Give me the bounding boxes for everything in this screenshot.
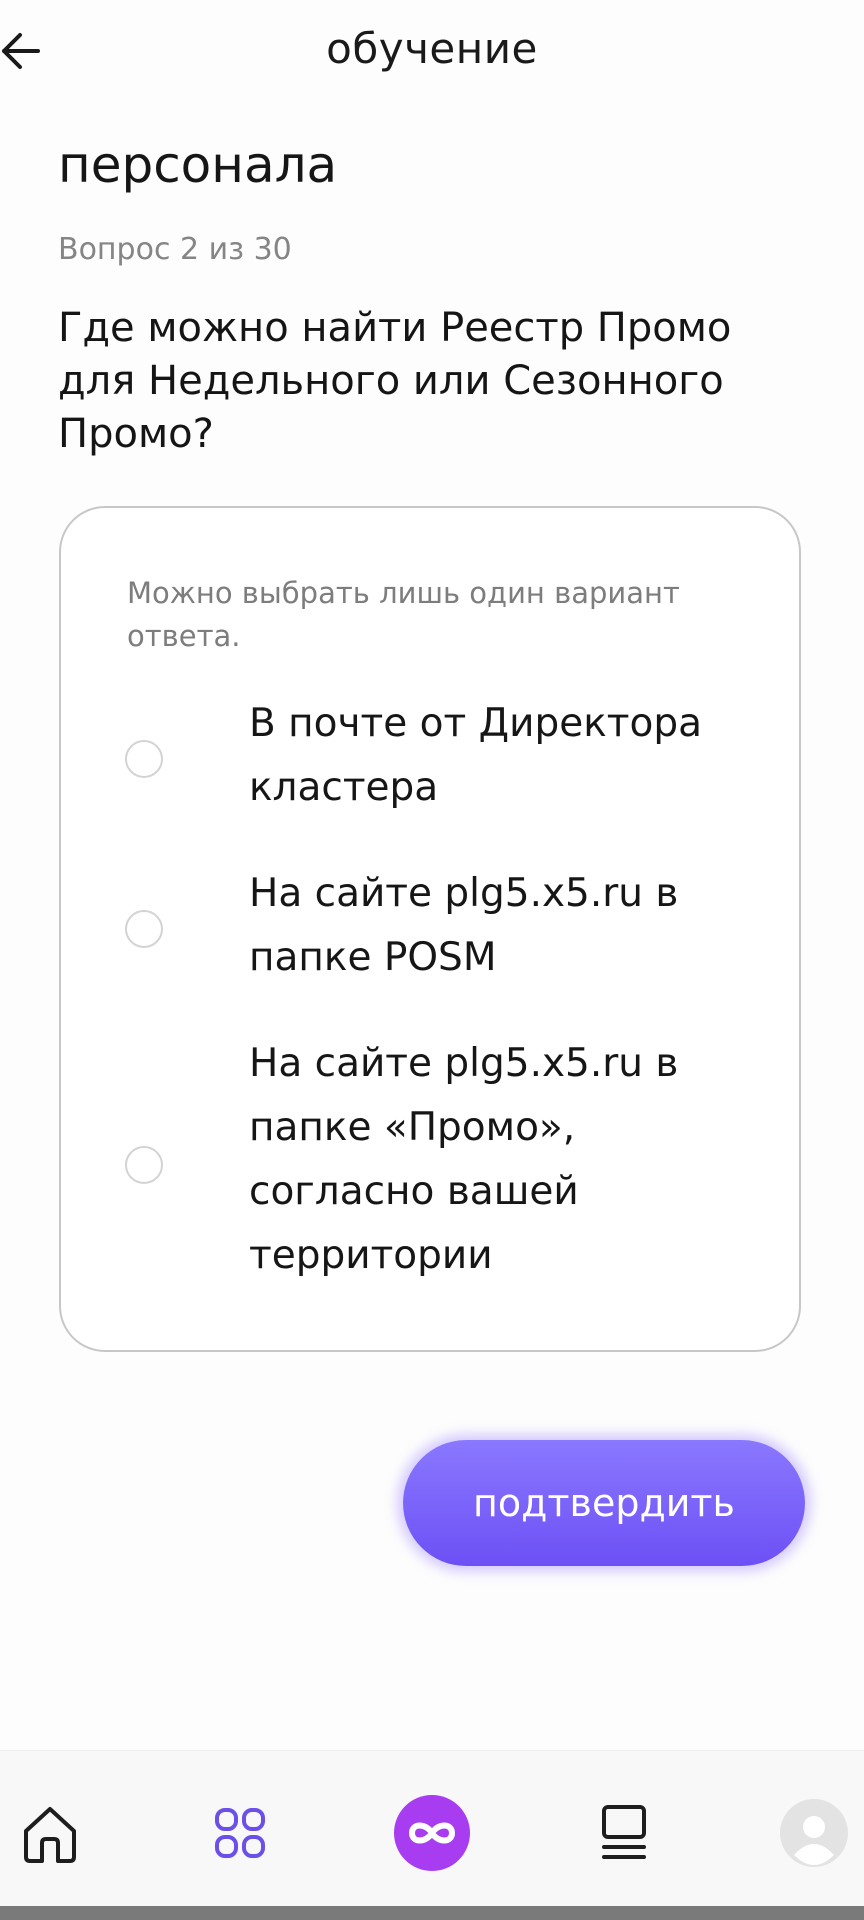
radio-button[interactable] [125,740,163,778]
course-title: персонала [58,136,338,194]
answer-option-3[interactable]: На сайте plg5.x5.ru в папке «Промо», сог… [125,1032,765,1288]
nav-infinity[interactable] [392,1793,472,1873]
question-counter: Вопрос 2 из 30 [58,232,292,267]
answer-option-1[interactable]: В почте от Директора кластера [125,692,765,820]
answer-option-label: В почте от Директора кластера [249,701,702,810]
home-icon [24,1807,76,1863]
system-gesture-bar [0,1906,864,1920]
radio-button[interactable] [125,910,163,948]
app-header: обучение [0,0,864,104]
question-text: Где можно найти Реестр Промо для Недельн… [58,305,732,457]
bottom-navigation [0,1750,864,1907]
answer-option-label: На сайте plg5.x5.ru в папке POSM [249,871,679,980]
answer-option-label: На сайте plg5.x5.ru в папке «Промо», сог… [249,1041,679,1278]
radio-button[interactable] [125,1146,163,1184]
nav-home[interactable] [10,1793,90,1873]
grid-apps-icon [215,1808,265,1858]
page-title: обучение [326,24,538,73]
answer-hint: Можно выбрать лишь один вариант ответа. [127,576,680,653]
answers-card: Можно выбрать лишь один вариант ответа. … [59,506,801,1352]
stack-list-icon [602,1805,646,1859]
answer-option-2[interactable]: На сайте plg5.x5.ru в папке POSM [125,862,765,990]
content-scroll-area[interactable]: персонала Вопрос 2 из 30 Где можно найти… [0,0,864,1748]
infinity-icon [394,1795,470,1871]
user-avatar-icon [780,1799,848,1867]
nav-library[interactable] [584,1793,664,1873]
nav-profile[interactable] [774,1793,854,1873]
nav-catalog[interactable] [200,1793,280,1873]
confirm-button[interactable]: подтвердить [403,1440,805,1566]
